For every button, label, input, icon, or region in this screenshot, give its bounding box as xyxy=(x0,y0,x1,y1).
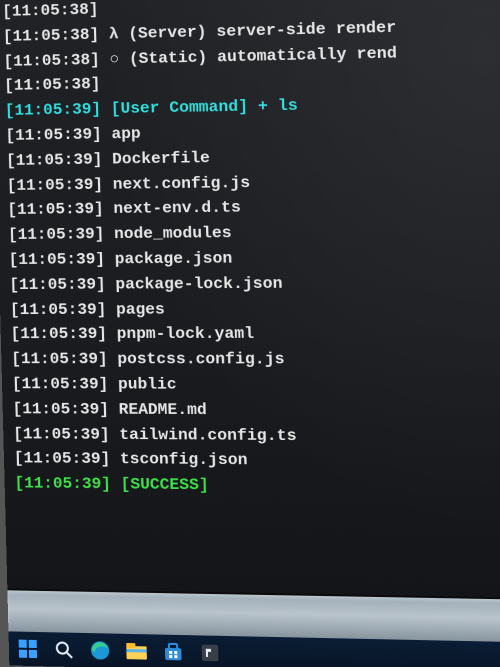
line-text: README.md xyxy=(118,400,207,419)
timestamp: [11:05:39] xyxy=(13,425,110,444)
timestamp: [11:05:39] xyxy=(11,350,108,368)
line-text: public xyxy=(118,375,177,393)
line-text: ○ (Static) automatically rend xyxy=(109,44,397,69)
monitor-scene: [11:05:38] [11:05:38] λ (Server) server-… xyxy=(0,0,500,667)
line-text: λ (Server) server-side render xyxy=(109,18,397,43)
timestamp: [11:05:39] xyxy=(8,225,105,244)
line-text: package.json xyxy=(115,249,233,268)
terminal-line: [11:05:39] pnpm-lock.yaml xyxy=(10,321,500,347)
terminal-line: [11:05:39] postcss.config.js xyxy=(11,347,500,373)
terminal-line: [11:05:39] package.json xyxy=(8,244,500,273)
terminal-line: [11:05:39] pages xyxy=(10,295,500,322)
timestamp: [11:05:39] xyxy=(5,100,102,120)
timestamp: [11:05:39] xyxy=(14,450,111,469)
terminal-line: [11:05:39] [SUCCESS] xyxy=(14,471,500,502)
timestamp: [11:05:38] xyxy=(3,50,100,70)
timestamp: [11:05:39] xyxy=(6,150,103,169)
timestamp: [11:05:39] xyxy=(10,325,107,343)
timestamp: [11:05:39] xyxy=(9,275,106,294)
terminal-line: [11:05:39] package-lock.json xyxy=(9,270,500,298)
start-icon[interactable] xyxy=(17,638,40,661)
timestamp: [11:05:38] xyxy=(4,75,101,95)
line-text: tsconfig.json xyxy=(120,450,248,469)
terminal-line: [11:05:39] README.md xyxy=(12,397,500,425)
timestamp: [11:05:39] xyxy=(14,474,111,493)
timestamp: [11:05:39] xyxy=(12,375,109,393)
line-text: tailwind.config.ts xyxy=(119,425,297,444)
search-icon[interactable] xyxy=(53,638,76,661)
file-explorer-icon[interactable] xyxy=(125,640,148,663)
store-icon[interactable] xyxy=(162,641,185,664)
timestamp: [11:05:39] xyxy=(7,175,104,194)
timestamp: [11:05:38] xyxy=(3,25,100,45)
timestamp: [11:05:38] xyxy=(2,0,99,21)
line-text: [SUCCESS] xyxy=(120,475,209,494)
line-text: app xyxy=(111,125,141,144)
app-icon[interactable] xyxy=(198,641,221,664)
terminal-line: [11:05:39] node_modules xyxy=(8,218,500,248)
timestamp: [11:05:39] xyxy=(9,250,106,269)
terminal-output[interactable]: [11:05:38] [11:05:38] λ (Server) server-… xyxy=(0,0,500,599)
edge-icon[interactable] xyxy=(89,639,112,662)
line-text: node_modules xyxy=(114,224,232,243)
line-text: postcss.config.js xyxy=(117,350,285,368)
line-text: package-lock.json xyxy=(115,274,283,293)
line-text: next-env.d.ts xyxy=(113,199,241,219)
terminal-line: [11:05:39] public xyxy=(12,372,500,399)
line-text: [User Command] + ls xyxy=(111,97,298,119)
timestamp: [11:05:39] xyxy=(10,300,107,318)
timestamp: [11:05:39] xyxy=(5,125,102,145)
timestamp: [11:05:39] xyxy=(7,200,104,219)
line-text: pnpm-lock.yaml xyxy=(116,325,254,343)
line-text: Dockerfile xyxy=(112,149,210,169)
line-text: next.config.js xyxy=(113,173,251,193)
line-text: pages xyxy=(116,300,165,318)
timestamp: [11:05:39] xyxy=(12,400,109,419)
